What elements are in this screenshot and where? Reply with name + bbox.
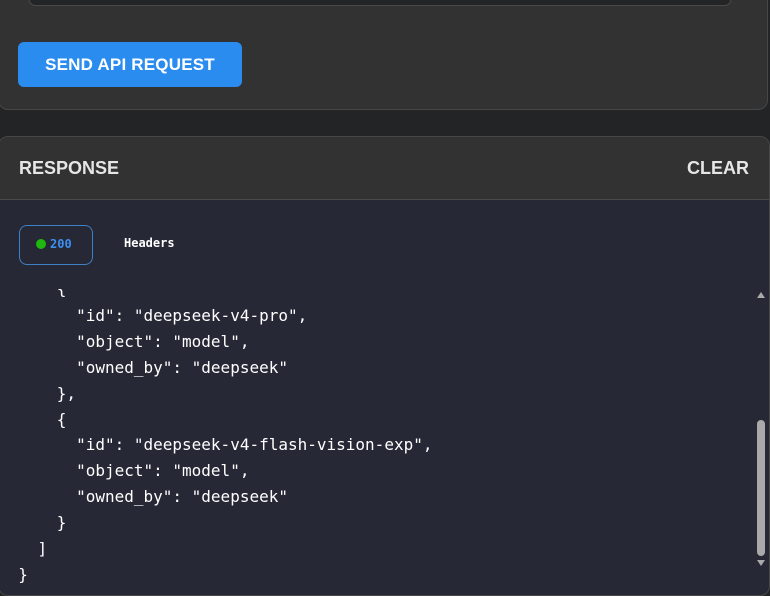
code-line: "id": "deepseek-v4-flash-vision-exp", [0, 435, 433, 454]
code-line: "owned_by": "deepseek" [0, 358, 288, 377]
clear-button[interactable]: CLEAR [687, 158, 749, 179]
code-line: ] [0, 539, 48, 558]
code-line: { [0, 289, 67, 299]
code-line: "object": "model", [0, 461, 250, 480]
send-api-request-button[interactable]: SEND API REQUEST [18, 42, 242, 87]
status-code-tab[interactable]: 200 [19, 225, 93, 265]
code-line: } [0, 565, 28, 584]
scrollbar-thumb[interactable] [757, 420, 765, 556]
code-line: "object": "model", [0, 332, 250, 351]
code-line: } [0, 513, 67, 532]
response-header: RESPONSE CLEAR [0, 137, 769, 200]
scroll-up-arrow-icon[interactable] [757, 292, 765, 298]
response-title: RESPONSE [19, 158, 120, 178]
response-panel: RESPONSE CLEAR 200 Headers { "id": "deep… [0, 136, 770, 596]
status-code: 200 [50, 237, 72, 251]
scroll-down-arrow-icon[interactable] [757, 560, 765, 566]
response-body[interactable]: { "id": "deepseek-v4-pro", "object": "mo… [0, 289, 751, 589]
headers-tab[interactable]: Headers [124, 236, 175, 250]
code-line: }, [0, 384, 77, 403]
vertical-scrollbar[interactable] [753, 288, 769, 588]
status-dot-icon [36, 239, 46, 249]
request-body-input[interactable] [29, 0, 731, 6]
code-line: "id": "deepseek-v4-pro", [0, 306, 308, 325]
code-line: "owned_by": "deepseek" [0, 487, 288, 506]
code-line: { [0, 410, 67, 429]
